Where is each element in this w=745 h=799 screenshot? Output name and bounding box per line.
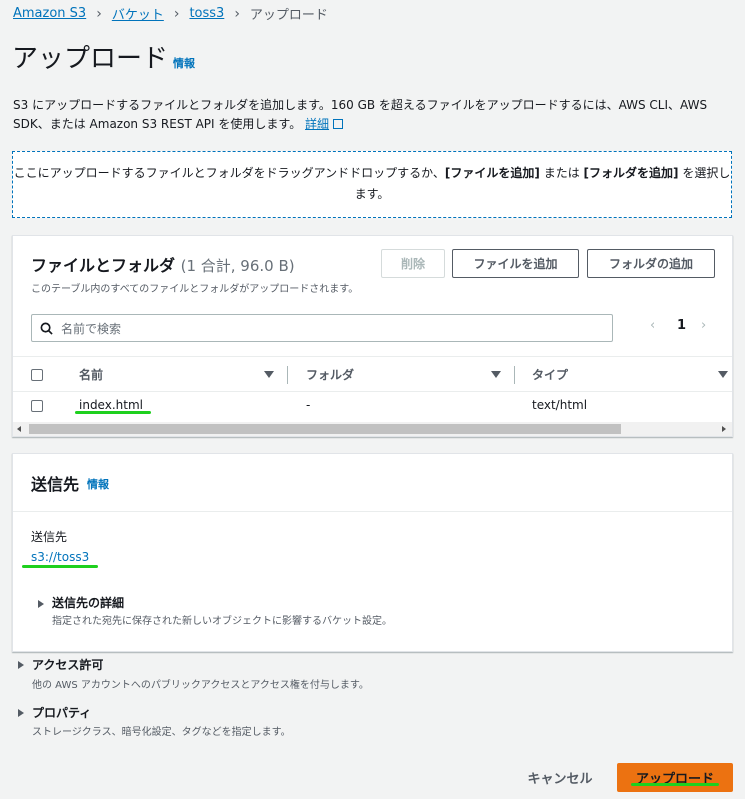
files-panel-subtitle: このテーブル内のすべてのファイルとフォルダがアップロードされます。 <box>31 284 359 295</box>
page-title: アップロード <box>12 44 169 74</box>
drop-zone[interactable]: ここにアップロードするファイルとフォルダをドラッグアンドドロップするか、[ファイ… <box>12 151 732 218</box>
scroll-left-icon[interactable] <box>17 426 21 432</box>
breadcrumb-buckets[interactable]: バケット <box>112 4 164 23</box>
caret-right-icon[interactable] <box>18 661 24 669</box>
files-count: (1 合計, 96.0 B) <box>180 257 295 275</box>
properties-title[interactable]: プロパティ <box>32 704 91 721</box>
add-files-button[interactable]: ファイルを追加 <box>452 249 579 278</box>
sort-icon[interactable] <box>264 371 274 378</box>
properties-subtitle: ストレージクラス、暗号化設定、タグなどを指定します。 <box>32 727 291 738</box>
page-description: S3 にアップロードするファイルとフォルダを追加します。160 GB を超えるフ… <box>13 98 708 131</box>
table-header: 名前 フォルダ タイプ <box>13 356 732 392</box>
column-name[interactable]: 名前 <box>79 366 103 383</box>
destination-heading: 送信先 <box>31 475 80 494</box>
search-icon <box>40 322 53 335</box>
breadcrumb: Amazon S3 › バケット › toss3 › アップロード <box>13 4 328 24</box>
upload-button[interactable]: アップロード <box>617 763 733 792</box>
files-panel-heading: ファイルとフォルダ (1 合計, 96.0 B) <box>31 256 295 275</box>
highlight-underline <box>22 565 98 568</box>
search-input[interactable]: 名前で検索 <box>31 314 613 342</box>
add-folder-button[interactable]: フォルダの追加 <box>587 249 715 278</box>
previous-page-icon[interactable]: ‹ <box>650 318 655 333</box>
scroll-right-icon[interactable] <box>722 426 726 432</box>
destination-link[interactable]: s3://toss3 <box>31 550 89 564</box>
highlight-underline <box>75 411 151 414</box>
row-checkbox[interactable] <box>31 400 43 412</box>
scrollbar-thumb[interactable] <box>29 424 621 434</box>
destination-info-link[interactable]: 情報 <box>87 476 109 492</box>
breadcrumb-bucket[interactable]: toss3 <box>189 6 224 21</box>
chevron-right-icon: › <box>96 5 102 22</box>
search-placeholder: 名前で検索 <box>61 321 122 336</box>
row-type: text/html <box>532 398 588 412</box>
divider <box>13 511 732 512</box>
files-and-folders-panel: ファイルとフォルダ (1 合計, 96.0 B) このテーブル内のすべてのファイ… <box>12 235 733 437</box>
page-number[interactable]: 1 <box>677 318 686 333</box>
row-name: index.html <box>79 398 143 412</box>
chevron-right-icon: › <box>173 5 180 22</box>
cancel-button[interactable]: キャンセル <box>515 762 605 792</box>
horizontal-scrollbar[interactable] <box>13 422 732 436</box>
sort-icon[interactable] <box>718 371 728 378</box>
caret-right-icon[interactable] <box>18 709 24 717</box>
breadcrumb-amazon-s3[interactable]: Amazon S3 <box>13 6 86 21</box>
details-link[interactable]: 詳細 <box>305 117 344 131</box>
destination-label: 送信先 <box>31 530 68 544</box>
column-type[interactable]: タイプ <box>532 366 568 383</box>
breadcrumb-current: アップロード <box>249 8 328 23</box>
select-all-checkbox[interactable] <box>31 369 43 381</box>
next-page-icon[interactable]: › <box>701 318 706 333</box>
info-link[interactable]: 情報 <box>173 55 195 71</box>
permissions-title[interactable]: アクセス許可 <box>32 656 103 673</box>
remove-button[interactable]: 削除 <box>381 249 445 278</box>
column-divider[interactable] <box>514 366 515 384</box>
column-divider[interactable] <box>287 366 288 384</box>
destination-panel: 送信先 情報 送信先 s3://toss3 送信先の詳細 指定された宛先に保存さ… <box>12 453 733 652</box>
row-folder: - <box>306 398 311 412</box>
destination-details-title[interactable]: 送信先の詳細 <box>52 594 124 611</box>
destination-details-subtitle: 指定された宛先に保存された新しいオブジェクトに影響するバケット設定。 <box>52 616 392 627</box>
highlight-underline <box>631 783 719 786</box>
permissions-subtitle: 他の AWS アカウントへのパブリックアクセスとアクセス権を付与します。 <box>32 680 369 691</box>
chevron-right-icon: › <box>234 5 240 22</box>
sort-icon[interactable] <box>491 371 501 378</box>
external-link-icon <box>333 119 344 129</box>
column-folder[interactable]: フォルダ <box>306 366 354 383</box>
caret-right-icon[interactable] <box>38 600 44 608</box>
